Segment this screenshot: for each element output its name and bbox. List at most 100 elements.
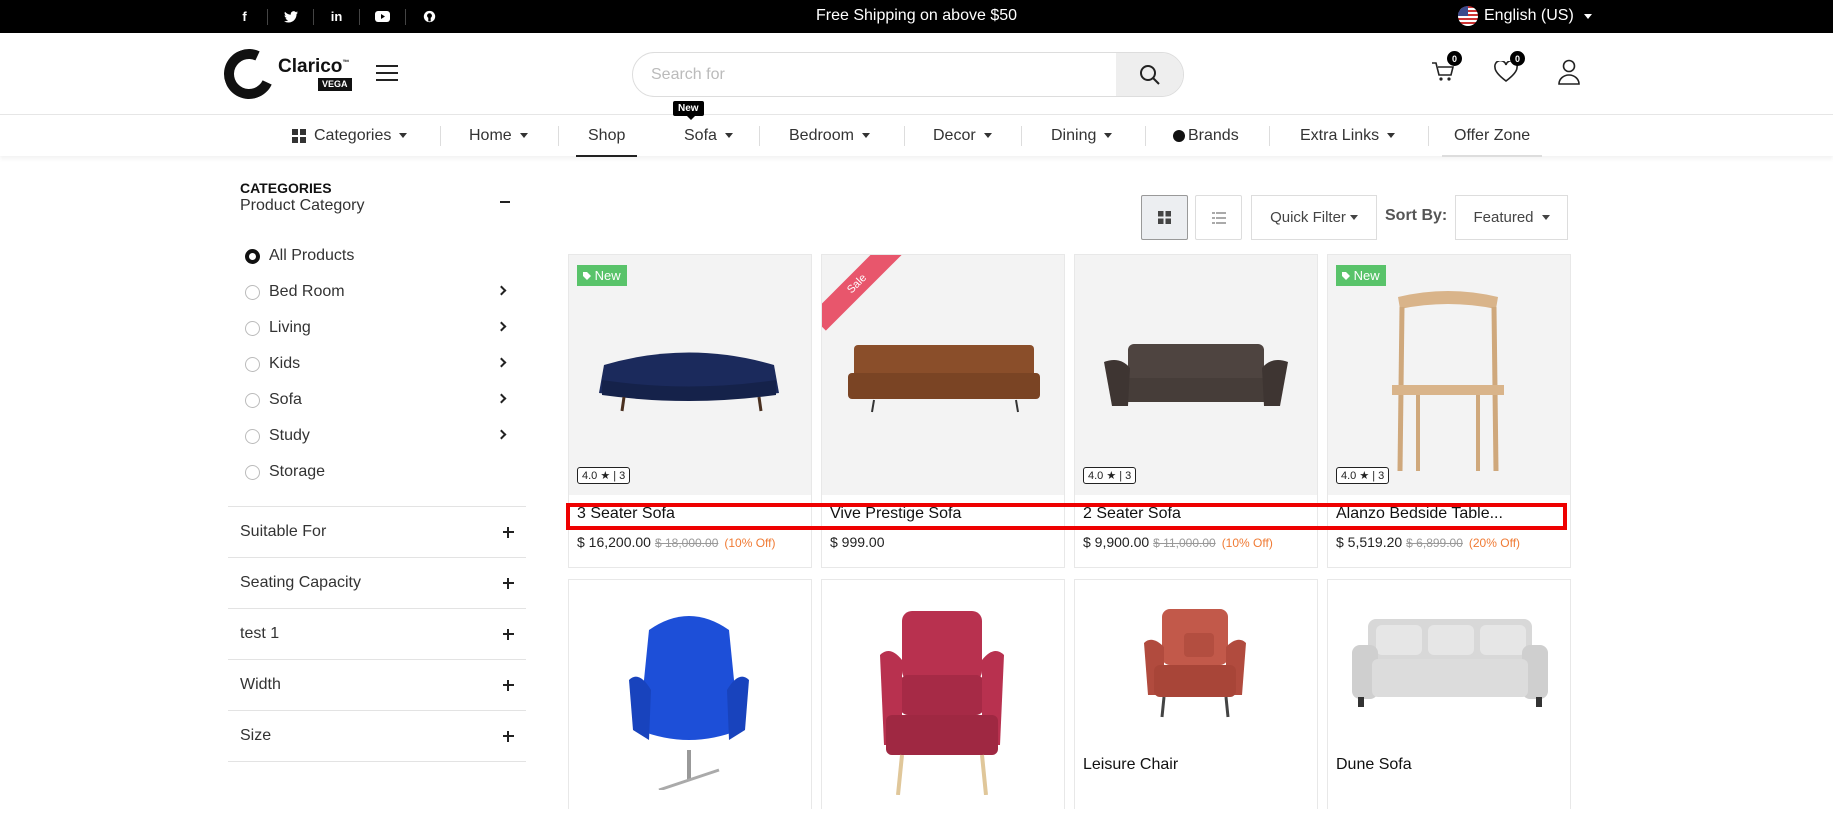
product-card[interactable] (568, 579, 812, 820)
chevron-right-icon[interactable] (496, 393, 507, 404)
product-card[interactable]: Leisure Chair (1074, 579, 1318, 820)
chevron-right-icon[interactable] (496, 429, 507, 440)
brands-icon (1173, 129, 1185, 142)
new-tag: New (1336, 265, 1386, 286)
armchair-image (1144, 609, 1246, 718)
product-image[interactable]: New 4.0 ★ | 3 (569, 255, 811, 495)
logo[interactable]: Clarico™ VEGA (216, 41, 352, 107)
nav-label: Extra Links (1300, 126, 1380, 144)
chevron-down-icon (861, 133, 870, 138)
filter-seating-capacity[interactable]: Seating Capacity (228, 558, 526, 609)
language-selector[interactable]: English (US) (1458, 6, 1592, 26)
price-current: $ 16,200.00 (577, 534, 651, 550)
account-button[interactable] (1554, 57, 1584, 87)
tag-icon (583, 272, 591, 280)
sofa-image (1352, 619, 1548, 707)
sort-by-label: Sort By: (1385, 207, 1448, 224)
chair-image (1392, 291, 1504, 472)
product-image[interactable] (569, 580, 811, 820)
category-all-products[interactable]: All Products (245, 238, 515, 274)
header: Clarico™ VEGA 0 0 (0, 33, 1833, 115)
nav-categories[interactable]: Categories (292, 115, 408, 156)
sort-dropdown[interactable]: Featured (1455, 195, 1568, 240)
plus-icon[interactable] (503, 680, 514, 691)
collapse-icon[interactable] (500, 201, 510, 203)
rating-badge: 4.0 ★ | 3 (1336, 467, 1390, 484)
chevron-down-icon (1583, 13, 1592, 19)
search-button[interactable] (1116, 53, 1183, 96)
category-sofa[interactable]: Sofa (245, 382, 515, 418)
category-study[interactable]: Study (245, 418, 515, 454)
product-image[interactable] (1075, 580, 1317, 820)
sale-ribbon: Sale (822, 255, 904, 331)
chevron-down-icon (1387, 133, 1396, 138)
category-label: Sofa (269, 391, 302, 408)
price-current: $ 5,519.20 (1336, 534, 1403, 550)
category-label: Storage (269, 463, 326, 480)
cart-count-badge: 0 (1447, 51, 1462, 66)
nav-home[interactable]: Home (469, 115, 528, 156)
filter-suitable-for[interactable]: Suitable For (228, 507, 526, 558)
category-storage[interactable]: Storage (245, 454, 515, 490)
plus-icon[interactable] (503, 527, 514, 538)
product-name[interactable]: Leisure Chair (1083, 756, 1178, 774)
chevron-right-icon[interactable] (496, 285, 507, 296)
list-view-button[interactable] (1195, 195, 1242, 240)
product-image[interactable]: New 4.0 ★ | 3 (1328, 255, 1570, 495)
product-image[interactable]: 4.0 ★ | 3 (1075, 255, 1317, 495)
price-old: $ 18,000.00 (654, 536, 719, 550)
grid-view-button[interactable] (1141, 195, 1188, 240)
chevron-down-icon (724, 133, 733, 138)
search-input[interactable] (633, 53, 1113, 96)
plus-icon[interactable] (503, 578, 514, 589)
price-discount: (20% Off) (1468, 536, 1521, 550)
radio[interactable] (245, 428, 260, 444)
filter-label: Seating Capacity (240, 574, 361, 591)
product-card[interactable]: Dune Sofa (1327, 579, 1571, 820)
wishlist-button[interactable]: 0 (1491, 51, 1525, 87)
product-image[interactable] (1328, 580, 1570, 820)
sofa-image (1104, 344, 1288, 406)
nav-dining[interactable]: Dining (1051, 115, 1113, 156)
radio[interactable] (245, 356, 260, 372)
nav-offer-zone[interactable]: Offer Zone (1441, 115, 1543, 157)
category-living[interactable]: Living (245, 310, 515, 346)
radio-checked[interactable] (245, 248, 260, 264)
product-name[interactable]: Dune Sofa (1336, 756, 1412, 774)
category-kids[interactable]: Kids (245, 346, 515, 382)
us-flag-icon (1458, 6, 1478, 26)
category-label: Bed Room (269, 283, 345, 300)
nav-label: Categories (314, 126, 392, 144)
nav-decor[interactable]: Decor (933, 115, 992, 156)
menu-icon[interactable] (376, 65, 398, 86)
nav-shop[interactable]: Shop (575, 115, 638, 157)
chevron-down-icon (983, 133, 992, 138)
sidebar-subheading: Product Category (240, 197, 365, 214)
filter-size[interactable]: Size (228, 711, 526, 762)
nav-bedroom[interactable]: Bedroom (789, 115, 870, 156)
category-bed-room[interactable]: Bed Room (245, 274, 515, 310)
nav-brands[interactable]: Brands (1173, 115, 1239, 156)
search-icon (1139, 64, 1160, 85)
radio[interactable] (245, 464, 260, 480)
quick-filter-dropdown[interactable]: Quick Filter (1251, 195, 1377, 240)
radio[interactable] (245, 392, 260, 408)
radio[interactable] (245, 320, 260, 336)
product-image[interactable] (822, 580, 1064, 820)
filter-label: test 1 (240, 625, 280, 642)
radio[interactable] (245, 284, 260, 300)
filter-test-1[interactable]: test 1 (228, 609, 526, 660)
chevron-right-icon[interactable] (496, 321, 507, 332)
chevron-right-icon[interactable] (496, 357, 507, 368)
nav-extra-links[interactable]: Extra Links (1300, 115, 1396, 156)
product-card[interactable] (821, 579, 1065, 820)
cart-button[interactable]: 0 (1428, 51, 1462, 87)
nav-sofa[interactable]: Sofa (684, 115, 733, 156)
plus-icon[interactable] (503, 629, 514, 640)
filter-label: Suitable For (240, 523, 327, 540)
category-label: Kids (269, 355, 301, 372)
price-old: $ 11,000.00 (1153, 536, 1216, 550)
filter-width[interactable]: Width (228, 660, 526, 711)
plus-icon[interactable] (503, 731, 514, 742)
product-image[interactable]: Sale (822, 255, 1064, 495)
